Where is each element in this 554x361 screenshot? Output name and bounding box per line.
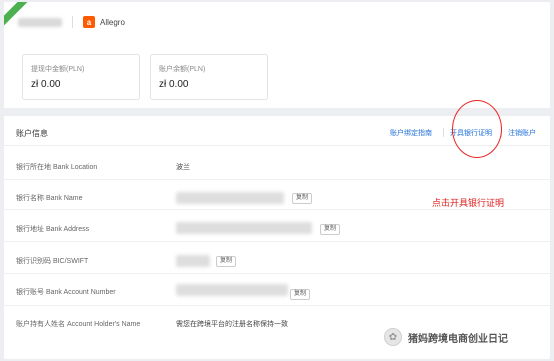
- binding-guide-link[interactable]: 账户绑定指南: [390, 128, 432, 138]
- row-bank-account-number: 银行账号 Bank Account Number 复制: [4, 274, 550, 306]
- store-row: a Allegro: [18, 14, 125, 30]
- store-card: a Allegro 提现中金额(PLN) zł 0.00 账户余额(PLN) z…: [4, 2, 550, 108]
- store-name-redacted: [18, 17, 62, 27]
- redacted-value: [176, 284, 288, 296]
- wechat-icon: ✿: [384, 328, 402, 346]
- row-label: 账户持有人姓名 Account Holder's Name: [16, 321, 141, 328]
- copy-button[interactable]: 复制: [290, 289, 311, 300]
- row-bic-swift: 银行识别码 BIC/SWIFT 复制: [4, 242, 550, 274]
- balance-value: zł 0.00: [159, 79, 189, 90]
- redacted-value: [176, 255, 210, 267]
- row-label: 银行账号 Bank Account Number: [16, 289, 116, 296]
- withdrawing-amount-box: 提现中金额(PLN) zł 0.00: [22, 54, 140, 100]
- row-label: 银行地址 Bank Address: [16, 226, 90, 233]
- watermark-text: 猪妈跨境电商创业日记: [408, 333, 508, 345]
- row-label: 银行所在地 Bank Location: [16, 164, 98, 171]
- row-label: 银行识别码 BIC/SWIFT: [16, 258, 89, 265]
- watermark: ✿ 猪妈跨境电商创业日记: [384, 328, 508, 346]
- row-label: 银行名称 Bank Name: [16, 195, 83, 202]
- redacted-value: [176, 222, 312, 234]
- row-bank-address: 银行地址 Bank Address 复制: [4, 210, 550, 242]
- balance-label: 提现中金额(PLN): [31, 66, 85, 73]
- highlight-circle: [452, 100, 502, 158]
- divider: [443, 128, 444, 137]
- annotation-text: 点击开具银行证明: [432, 198, 505, 208]
- row-value: 波兰: [176, 164, 190, 171]
- copy-button[interactable]: 复制: [216, 256, 237, 267]
- redacted-value: [176, 192, 284, 204]
- copy-button[interactable]: 复制: [320, 224, 341, 235]
- copy-button[interactable]: 复制: [292, 193, 313, 204]
- section-title: 账户信息: [16, 129, 48, 138]
- divider: [72, 16, 73, 28]
- balance-value: zł 0.00: [31, 79, 61, 90]
- allegro-logo-icon: a: [83, 16, 95, 28]
- account-balance-box: 账户余额(PLN) zł 0.00: [150, 54, 268, 100]
- close-account-link[interactable]: 注销账户: [508, 128, 536, 138]
- balance-label: 账户余额(PLN): [159, 66, 206, 73]
- platform-label: Allegro: [100, 17, 125, 27]
- row-value: 需您在跨境平台的注册名称保持一致: [176, 321, 288, 328]
